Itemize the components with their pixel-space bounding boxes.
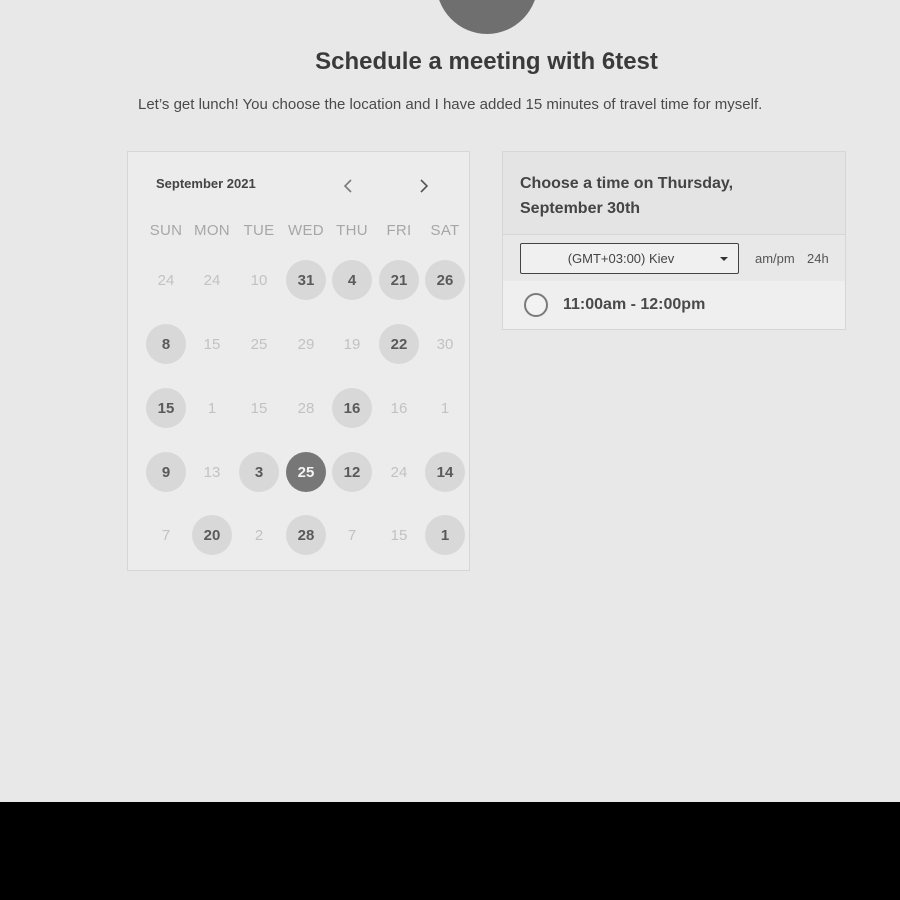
weekday-label: WED (288, 222, 324, 239)
day-available[interactable]: 14 (425, 452, 465, 492)
time-slot[interactable]: 11:00am - 12:00pm (503, 281, 845, 329)
day-available[interactable]: 22 (379, 324, 419, 364)
day-available[interactable]: 21 (379, 260, 419, 300)
day-disabled: 15 (203, 335, 221, 353)
radio-button[interactable] (524, 293, 548, 317)
day-available[interactable]: 28 (286, 515, 326, 555)
day-disabled: 2 (254, 526, 264, 544)
prev-month-button[interactable] (336, 174, 360, 198)
day-available[interactable]: 20 (192, 515, 232, 555)
day-disabled: 13 (203, 463, 221, 481)
day-disabled: 30 (436, 335, 454, 353)
weekday-label: SUN (149, 222, 183, 239)
time-panel: Choose a time on Thursday, September 30t… (502, 151, 846, 330)
avatar (436, 0, 538, 34)
day-disabled: 15 (250, 399, 268, 417)
day-disabled: 19 (343, 335, 361, 353)
day-available[interactable]: 8 (146, 324, 186, 364)
calendar: September 2021 SUN MON TUE WED THU FRI SAT 24 2… (127, 151, 470, 571)
day-available[interactable]: 31 (286, 260, 326, 300)
format-24h-toggle[interactable]: 24h (807, 251, 829, 266)
time-panel-title: Choose a time on Thursday, September 30t… (520, 175, 734, 217)
day-available[interactable]: 15 (146, 388, 186, 428)
weekday-label: THU (336, 222, 368, 239)
weekday-label: SAT (430, 222, 460, 239)
day-available[interactable]: 9 (146, 452, 186, 492)
weekday-label: MON (194, 222, 230, 239)
month-label: September 2021 (156, 176, 256, 191)
timezone-select[interactable]: (GMT+03:00) Kiev (520, 243, 739, 274)
day-available[interactable]: 16 (332, 388, 372, 428)
day-available[interactable]: 3 (239, 452, 279, 492)
day-available[interactable]: 26 (425, 260, 465, 300)
day-disabled: 24 (203, 271, 221, 289)
bottom-black-bar (0, 802, 900, 900)
day-disabled: 28 (297, 399, 315, 417)
scheduling-page: Schedule a meeting with 6test Let’s get … (0, 0, 900, 802)
weekday-header: SUN MON TUE WED THU FRI SAT (128, 222, 469, 242)
weekday-label: FRI (386, 222, 412, 239)
day-disabled: 25 (250, 335, 268, 353)
time-slot-label: 11:00am - 12:00pm (563, 296, 706, 313)
chevron-right-icon (420, 179, 429, 193)
day-available[interactable]: 1 (425, 515, 465, 555)
day-disabled: 1 (207, 399, 217, 417)
weekday-label: TUE (243, 222, 275, 239)
caret-down-icon (720, 257, 728, 261)
timezone-value: (GMT+03:00) Kiev (567, 251, 675, 266)
day-disabled: 16 (390, 399, 408, 417)
day-available[interactable]: 4 (332, 260, 372, 300)
day-disabled: 7 (347, 526, 357, 544)
day-disabled: 15 (390, 526, 408, 544)
time-panel-header: Choose a time on Thursday, September 30t… (503, 152, 845, 235)
page-title: Schedule a meeting with 6test (315, 48, 658, 75)
chevron-left-icon (343, 179, 352, 193)
day-disabled: 10 (250, 271, 268, 289)
format-ampm-toggle[interactable]: am/pm (755, 251, 795, 266)
day-available[interactable]: 12 (332, 452, 372, 492)
day-disabled: 1 (440, 399, 450, 417)
day-selected[interactable]: 25 (286, 452, 326, 492)
day-disabled: 29 (297, 335, 315, 353)
day-disabled: 24 (157, 271, 175, 289)
page-description: Let’s get lunch! You choose the location… (138, 96, 763, 113)
day-disabled: 7 (161, 526, 171, 544)
next-month-button[interactable] (412, 174, 436, 198)
timezone-row: (GMT+03:00) Kiev am/pm 24h (503, 235, 845, 281)
day-disabled: 24 (390, 463, 408, 481)
